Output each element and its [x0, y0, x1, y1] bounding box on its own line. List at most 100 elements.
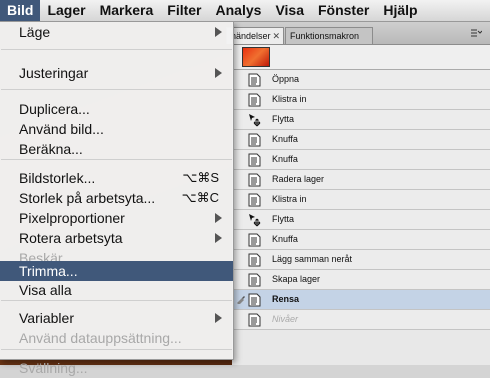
- menu-fonster[interactable]: Fönster: [311, 0, 376, 21]
- history-panel: händelser ✕ Funktionsmakron Öppna Klistra …: [226, 22, 490, 365]
- menu-item-bildstorlek[interactable]: Bildstorlek... ⌥⌘S: [0, 168, 233, 188]
- menu-item-trimma[interactable]: Trimma...: [0, 261, 233, 281]
- menu-item-label: Använd bild...: [19, 121, 104, 137]
- submenu-arrow-icon: [215, 313, 222, 323]
- menu-item-label: Beräkna...: [19, 141, 83, 157]
- move-icon: [248, 112, 261, 127]
- history-row[interactable]: Lägg samman neråt: [232, 250, 490, 270]
- history-label: Öppna: [272, 74, 300, 84]
- menu-item-rotera-arbetsyta[interactable]: Rotera arbetsyta: [0, 228, 233, 248]
- history-row[interactable]: Klistra in: [232, 90, 490, 110]
- menu-shortcut: ⌥⌘S: [182, 170, 219, 185]
- menu-item-storlek-på-arbetsyta[interactable]: Storlek på arbetsyta... ⌥⌘C: [0, 188, 233, 208]
- menu-bar: Bild Lager Markera Filter Analys Visa Fö…: [0, 0, 490, 22]
- menu-item-label: Läge: [19, 24, 51, 40]
- menu-item-använd-datauppsättning: Använd datauppsättning...: [0, 328, 233, 348]
- history-label: Knuffa: [272, 234, 298, 244]
- menu-item-label: Visa alla: [19, 282, 72, 298]
- menu-bild[interactable]: Bild: [0, 0, 41, 21]
- menu-separator: [1, 49, 232, 50]
- menu-item-label: Rotera arbetsyta: [19, 230, 123, 246]
- menu-separator: [1, 349, 232, 350]
- panel-menu-icon[interactable]: [470, 28, 483, 41]
- tab-history-label: händelser: [231, 31, 271, 41]
- menu-analys[interactable]: Analys: [209, 0, 269, 21]
- menu-item-label: Svällning...: [19, 360, 88, 376]
- menu-item-label: Duplicera...: [19, 101, 90, 117]
- menu-item-beräkna[interactable]: Beräkna...: [0, 139, 233, 159]
- history-label: Klistra in: [272, 194, 307, 204]
- history-label: Flytta: [272, 114, 295, 124]
- history-row[interactable]: Radera lager: [232, 170, 490, 190]
- history-row[interactable]: Knuffa: [232, 130, 490, 150]
- menu-separator: [1, 159, 232, 160]
- close-icon[interactable]: ✕: [273, 31, 281, 41]
- submenu-arrow-icon: [215, 68, 222, 78]
- menu-item-label: Variabler: [19, 310, 74, 326]
- tab-actions[interactable]: Funktionsmakron: [285, 27, 373, 44]
- menu-item-använd-bild[interactable]: Använd bild...: [0, 119, 233, 139]
- menu-item-label: Trimma...: [19, 263, 78, 279]
- document-icon: [248, 132, 261, 147]
- document-icon: [248, 172, 261, 187]
- history-row[interactable]: Öppna: [232, 70, 490, 90]
- document-icon: [248, 192, 261, 207]
- submenu-arrow-icon: [215, 213, 222, 223]
- history-label: Skapa lager: [272, 274, 321, 284]
- menu-item-label: Justeringar: [19, 65, 89, 81]
- menu-item-label: Pixelproportioner: [19, 210, 125, 226]
- menu-item-pixelproportioner[interactable]: Pixelproportioner: [0, 208, 233, 228]
- panel-footer: [232, 350, 490, 365]
- history-row[interactable]: Knuffa: [232, 150, 490, 170]
- document-icon: [248, 92, 261, 107]
- document-icon: [248, 152, 261, 167]
- history-row[interactable]: Flytta: [232, 210, 490, 230]
- history-row[interactable]: Skapa lager: [232, 270, 490, 290]
- snapshot-row[interactable]: [232, 45, 490, 70]
- snapshot-thumbnail[interactable]: [242, 47, 270, 67]
- menu-item-svällning: Svällning...: [0, 358, 233, 378]
- menu-item-duplicera[interactable]: Duplicera...: [0, 99, 233, 119]
- menu-separator: [1, 89, 232, 90]
- history-label: Klistra in: [272, 94, 307, 104]
- menu-item-label: Storlek på arbetsyta...: [19, 190, 156, 206]
- menu-shortcut: ⌥⌘C: [181, 190, 219, 205]
- menu-visa[interactable]: Visa: [268, 0, 311, 21]
- menu-filter[interactable]: Filter: [160, 0, 208, 21]
- history-label: Radera lager: [272, 174, 325, 184]
- menu-item-justeringar[interactable]: Justeringar: [0, 63, 233, 83]
- history-label: Knuffa: [272, 154, 298, 164]
- menu-lager[interactable]: Lager: [40, 0, 92, 21]
- menu-markera[interactable]: Markera: [93, 0, 161, 21]
- history-label: Knuffa: [272, 134, 298, 144]
- document-icon: [248, 232, 261, 247]
- document-icon: [248, 292, 261, 307]
- history-row[interactable]: Klistra in: [232, 190, 490, 210]
- submenu-arrow-icon: [215, 233, 222, 243]
- history-source-brush-icon[interactable]: [236, 294, 246, 307]
- history-list: Öppna Klistra in Flytta Knuffa Knuffa Radera …: [232, 70, 490, 330]
- menu-item-label: Bildstorlek...: [19, 170, 96, 186]
- history-row[interactable]: Nivåer: [232, 310, 490, 330]
- document-icon: [248, 312, 261, 327]
- menu-item-visa-alla[interactable]: Visa alla: [0, 280, 233, 300]
- history-row[interactable]: Flytta: [232, 110, 490, 130]
- menu-hjalp[interactable]: Hjälp: [376, 0, 424, 21]
- history-label: Flytta: [272, 214, 295, 224]
- document-icon: [248, 272, 261, 287]
- history-label: Nivåer: [272, 314, 299, 324]
- panel-tab-bar: händelser ✕ Funktionsmakron: [226, 22, 490, 45]
- history-row[interactable]: Rensa: [232, 290, 490, 310]
- move-icon: [248, 212, 261, 227]
- submenu-arrow-icon: [215, 27, 222, 37]
- menu-item-variabler[interactable]: Variabler: [0, 308, 233, 328]
- document-icon: [248, 72, 261, 87]
- history-row[interactable]: Knuffa: [232, 230, 490, 250]
- bild-menu-dropdown: Läge Justeringar Duplicera... Använd bild..…: [0, 21, 234, 376]
- document-icon: [248, 252, 261, 267]
- history-label: Lägg samman neråt: [272, 254, 353, 264]
- menu-separator: [1, 300, 232, 301]
- tab-history[interactable]: händelser ✕: [226, 27, 284, 44]
- history-label: Rensa: [272, 294, 300, 304]
- menu-item-läge[interactable]: Läge: [0, 22, 233, 42]
